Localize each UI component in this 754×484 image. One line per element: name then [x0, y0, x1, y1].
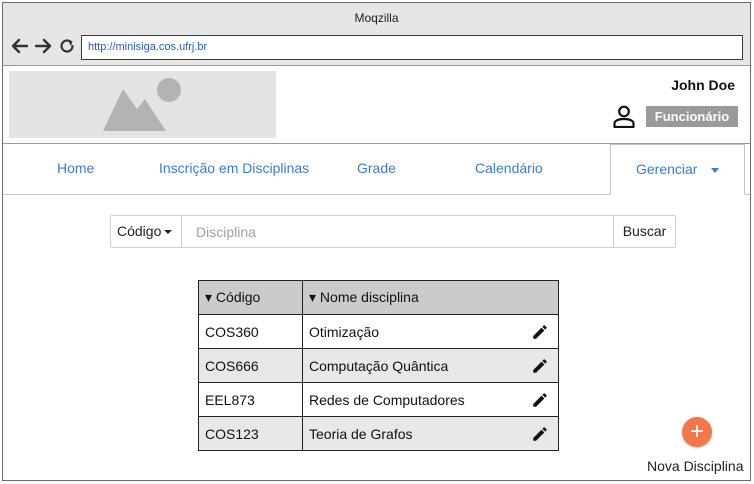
column-header-codigo[interactable]: ▾ Código	[198, 280, 303, 315]
add-disciplina-button[interactable]: +	[682, 417, 712, 447]
table-row: COS123 Teoria de Grafos	[198, 416, 559, 451]
window-title: Moqzilla	[354, 11, 399, 25]
logo-placeholder	[9, 71, 276, 138]
pencil-icon[interactable]	[531, 323, 549, 341]
search-filter-label: Código	[117, 223, 162, 239]
search-bar: Código Buscar	[110, 215, 676, 248]
table-row: COS360 Otimização	[198, 314, 559, 349]
cell-name-container: Redes de Computadores	[302, 382, 559, 417]
search-input[interactable]	[183, 216, 615, 247]
cell-name-container: Otimização	[302, 314, 559, 349]
tab-calendario[interactable]: Calendário	[475, 145, 543, 194]
disciplinas-table: ▾ Código ▾ Nome disciplina COS360 Otimiz…	[198, 280, 559, 451]
table-row: COS666 Computação Quântica	[198, 348, 559, 383]
table-header-row: ▾ Código ▾ Nome disciplina	[198, 280, 559, 315]
cell-code: COS666	[198, 348, 303, 383]
search-button[interactable]: Buscar	[613, 216, 675, 247]
cell-name: Teoria de Grafos	[309, 425, 413, 442]
site-header: John Doe Funcionário	[3, 66, 750, 144]
table-row: EEL873 Redes de Computadores	[198, 382, 559, 417]
column-header-nome[interactable]: ▾ Nome disciplina	[302, 280, 559, 315]
browser-titlebar: Moqzilla http://minisiga.cos.ufrj.br	[3, 3, 750, 66]
cell-name: Redes de Computadores	[309, 391, 465, 408]
browser-window: Moqzilla http://minisiga.cos.ufrj.br Joh…	[2, 2, 751, 481]
chevron-down-icon	[711, 167, 720, 173]
cell-code: COS123	[198, 416, 303, 451]
cell-name-container: Computação Quântica	[302, 348, 559, 383]
cell-name-container: Teoria de Grafos	[302, 416, 559, 451]
user-icon[interactable]	[612, 104, 636, 128]
nav-tabs: Home Inscrição em Disciplinas Grade Cale…	[3, 144, 750, 195]
pencil-icon[interactable]	[531, 391, 549, 409]
caret-down-icon	[164, 230, 173, 235]
tab-inscricao-em-disciplinas[interactable]: Inscrição em Disciplinas	[159, 145, 309, 194]
tab-gerenciar-label: Gerenciar	[636, 161, 698, 177]
arrow-left-icon[interactable]	[10, 36, 30, 56]
pencil-icon[interactable]	[531, 425, 549, 443]
tab-home[interactable]: Home	[57, 145, 94, 194]
address-bar[interactable]: http://minisiga.cos.ufrj.br	[81, 35, 743, 60]
cell-code: EEL873	[198, 382, 303, 417]
user-name: John Doe	[671, 77, 735, 93]
cell-code: COS360	[198, 314, 303, 349]
search-filter-dropdown[interactable]: Código	[111, 216, 182, 247]
tab-grade[interactable]: Grade	[357, 145, 396, 194]
cell-name: Computação Quântica	[309, 357, 449, 374]
arrow-right-icon[interactable]	[33, 36, 53, 56]
role-badge: Funcionário	[646, 106, 738, 127]
pencil-icon[interactable]	[531, 357, 549, 375]
image-placeholder-icon	[103, 78, 181, 131]
tab-gerenciar[interactable]: Gerenciar	[610, 144, 746, 195]
add-disciplina-label[interactable]: Nova Disciplina	[647, 458, 743, 474]
cell-name: Otimização	[309, 323, 380, 340]
reload-icon[interactable]	[57, 36, 77, 56]
